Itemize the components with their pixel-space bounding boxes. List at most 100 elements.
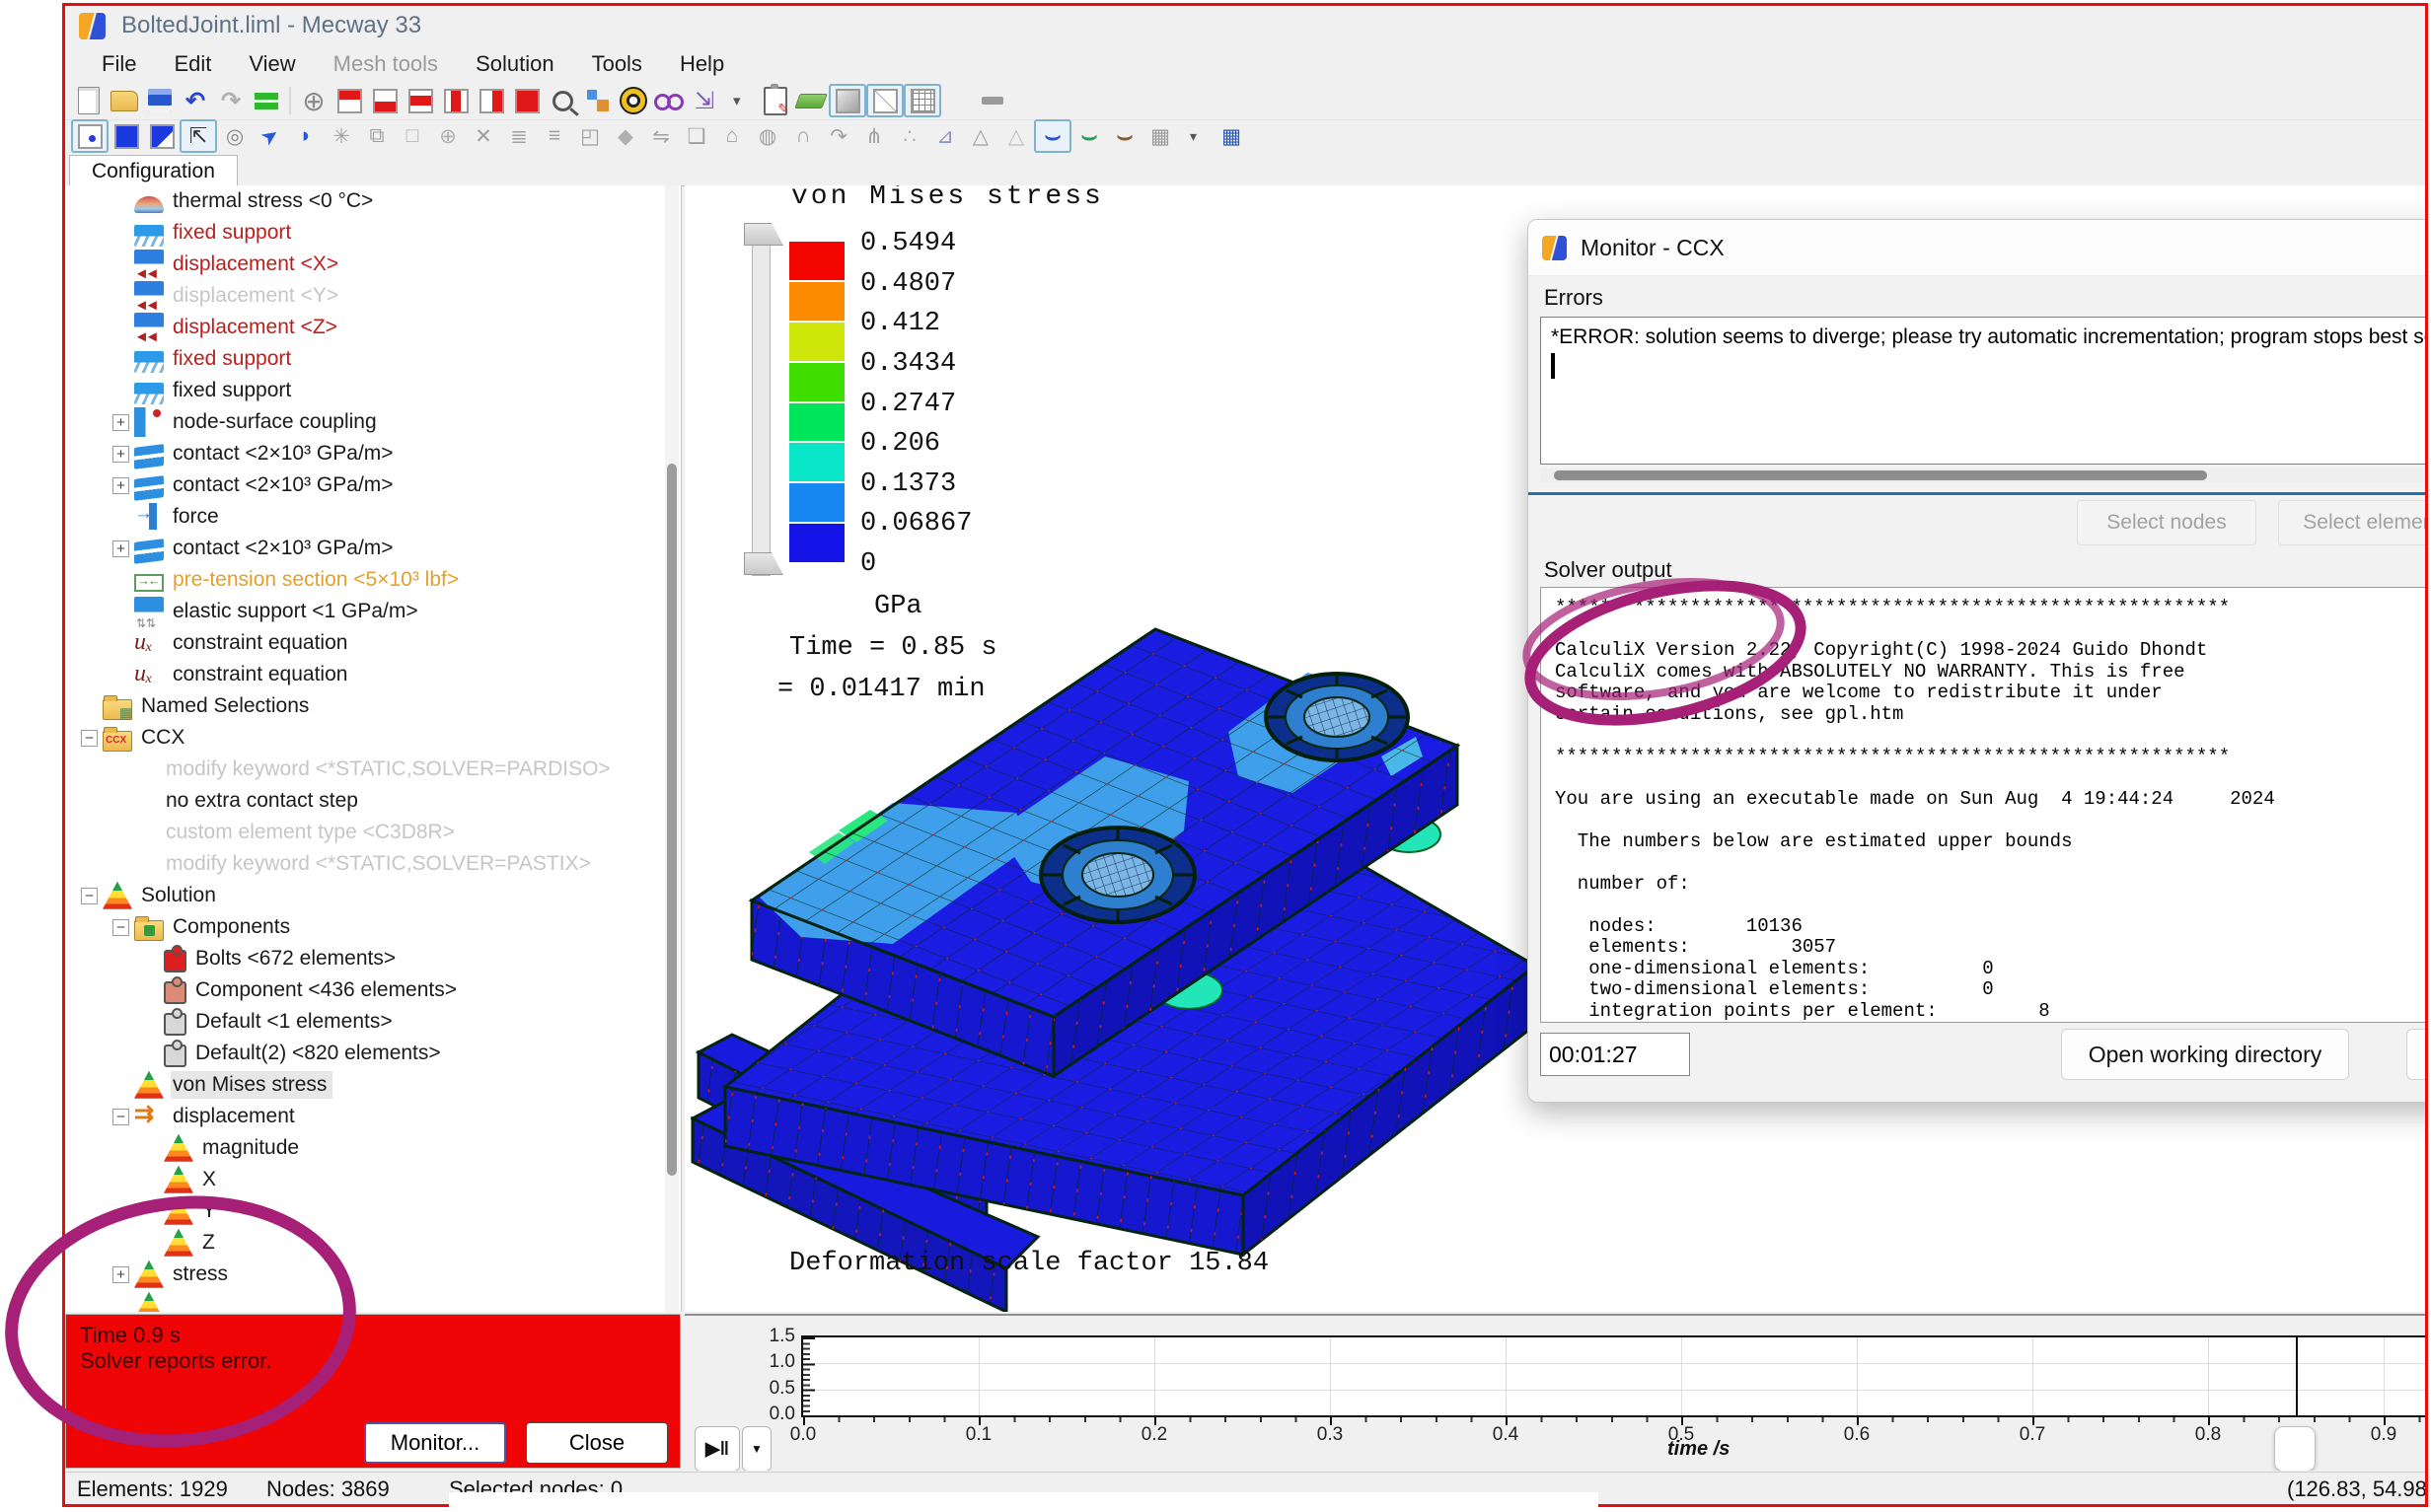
toolbar-button[interactable]: ◆ <box>608 119 643 153</box>
toolbar-button[interactable] <box>109 119 144 153</box>
toolbar-button[interactable]: ≡ <box>537 119 572 153</box>
toolbar-button[interactable]: ⊿ <box>927 119 963 153</box>
tree-item[interactable]: Default <1 elements> <box>65 1006 681 1038</box>
toolbar-button[interactable]: ≣ <box>501 119 537 153</box>
tree-item[interactable]: + contact <2×10³ GPa/m> <box>65 438 681 469</box>
toolbar-button[interactable]: ∩ <box>785 119 821 153</box>
tree-item[interactable]: Y <box>65 1195 681 1227</box>
legend-slider-track[interactable] <box>752 229 771 576</box>
toolbar-button[interactable] <box>107 84 142 117</box>
legend-slider-handle-top[interactable] <box>744 223 783 246</box>
tree-item[interactable]: − Solution <box>65 880 681 911</box>
open-working-directory-button[interactable]: Open working directory <box>2061 1029 2349 1080</box>
toolbar-button[interactable]: ⌣ <box>1107 119 1142 153</box>
tree-item[interactable]: − ⇉ displacement <box>65 1101 681 1132</box>
toolbar-button[interactable] <box>651 84 687 117</box>
toolbar-button[interactable]: □ <box>395 119 430 153</box>
menu-item[interactable]: File <box>83 47 155 81</box>
toolbar-button[interactable] <box>71 84 107 117</box>
tree-scrollbar[interactable] <box>665 185 679 1312</box>
tree-item[interactable]: uₓ constraint equation <box>65 627 681 659</box>
toolbar-button[interactable] <box>866 84 904 117</box>
menu-item[interactable]: View <box>230 47 314 81</box>
tree-item[interactable]: Named Selections <box>65 690 681 722</box>
toolbar-button[interactable]: ↷ <box>821 119 856 153</box>
tree-expander[interactable]: − <box>112 1109 129 1125</box>
toolbar-button[interactable] <box>142 84 178 117</box>
tree-item[interactable]: Component <436 elements> <box>65 974 681 1006</box>
toolbar-button[interactable]: ❑ <box>679 119 714 153</box>
toolbar-button[interactable] <box>793 84 829 117</box>
toolbar-button[interactable]: ◍ <box>750 119 785 153</box>
close-button[interactable]: Close <box>526 1422 668 1464</box>
tree-item[interactable]: fixed support <box>65 217 681 249</box>
toolbar-button[interactable]: ∴ <box>892 119 927 153</box>
errors-hscrollbar-thumb[interactable] <box>1554 470 2207 480</box>
toolbar-button[interactable]: ↶ <box>178 84 213 117</box>
solver-output-textbox[interactable]: ****************************************… <box>1540 587 2428 1023</box>
play-options-dropdown[interactable]: ▼ <box>742 1426 772 1471</box>
menu-item[interactable]: Help <box>661 47 743 81</box>
tree-item[interactable]: fixed support <box>65 343 681 375</box>
toolbar-button[interactable]: ⇲ <box>687 84 722 117</box>
time-cursor-line[interactable] <box>2296 1337 2298 1415</box>
toolbar-button[interactable] <box>474 84 509 117</box>
tree-item[interactable]: + node-surface coupling <box>65 406 681 438</box>
toolbar-button[interactable] <box>403 84 438 117</box>
tree-scrollbar-thumb[interactable] <box>667 464 677 1176</box>
toolbar-button[interactable]: ⌂ <box>714 119 750 153</box>
toolbar-button[interactable] <box>975 84 1010 117</box>
tree-item[interactable]: + stress <box>65 1259 681 1290</box>
tree-item[interactable]: − CCX <box>65 722 681 754</box>
toolbar-button[interactable]: ⋔ <box>856 119 892 153</box>
toolbar-button[interactable] <box>580 84 616 117</box>
tree-expander[interactable]: + <box>112 1266 129 1283</box>
menu-item[interactable]: Solution <box>457 47 573 81</box>
tree-item[interactable]: custom element type <C3D8R> <box>65 817 681 848</box>
errors-hscrollbar[interactable] <box>1540 468 2428 482</box>
toolbar-button[interactable] <box>144 119 180 153</box>
tree-item[interactable]: elastic support <1 GPa/m> <box>65 596 681 627</box>
errors-textbox[interactable]: *ERROR: solution seems to diverge; pleas… <box>1540 317 2428 465</box>
toolbar-button[interactable]: △ <box>998 119 1034 153</box>
tree-item[interactable]: + contact <2×10³ GPa/m> <box>65 469 681 501</box>
tree-item[interactable]: no extra contact step <box>65 785 681 817</box>
toolbar-button[interactable]: ⇋ <box>643 119 679 153</box>
splitter-line[interactable] <box>1528 492 2428 495</box>
toolbar-button[interactable]: ⌣ <box>1071 119 1107 153</box>
tree-expander[interactable]: + <box>112 446 129 463</box>
toolbar-button[interactable]: ↷ <box>213 84 249 117</box>
toolbar-button[interactable]: ◗ <box>288 119 324 153</box>
log-button[interactable]: Log <box>2406 1029 2428 1080</box>
toolbar-button[interactable]: ▦ <box>1142 119 1178 153</box>
toolbar-button[interactable] <box>438 84 474 117</box>
toolbar-button[interactable]: ⇱ <box>180 119 217 153</box>
tree-item[interactable]: pre-tension section <5×10³ lbf> <box>65 564 681 596</box>
toolbar-button[interactable] <box>758 84 793 117</box>
toolbar-button[interactable]: ⊕ <box>430 119 466 153</box>
toolbar-button[interactable] <box>289 87 291 114</box>
toolbar-button[interactable]: ▾ <box>1178 119 1214 153</box>
toolbar-button[interactable]: ⧉ <box>359 119 395 153</box>
tree-item[interactable]: Z <box>65 1227 681 1259</box>
tree-item[interactable]: displacement <Z> <box>65 312 681 343</box>
toolbar-button[interactable]: ◎ <box>217 119 253 153</box>
menu-item[interactable]: Mesh tools <box>315 47 457 81</box>
tree-expander[interactable]: + <box>112 414 129 431</box>
toolbar-button[interactable]: ➤ <box>253 119 288 153</box>
tree-item[interactable]: Default(2) <820 elements> <box>65 1038 681 1069</box>
toolbar-button[interactable] <box>509 84 545 117</box>
toolbar-button[interactable] <box>829 84 866 117</box>
tree-item[interactable] <box>65 1290 681 1312</box>
play-pause-button[interactable]: ▶‖ <box>695 1426 740 1471</box>
tree-item[interactable]: uₓ constraint equation <box>65 659 681 690</box>
tree-expander[interactable]: + <box>112 477 129 494</box>
timeline-plot[interactable]: 0.0 0.1 0.2 0.3 <box>801 1335 2425 1417</box>
tree-expander[interactable]: + <box>112 540 129 557</box>
tree-item[interactable]: fixed support <box>65 375 681 406</box>
tree-item[interactable]: von Mises stress <box>65 1069 681 1101</box>
time-cursor-handle[interactable] <box>2274 1426 2316 1471</box>
tree-item[interactable]: displacement <X> <box>65 249 681 280</box>
toolbar-button[interactable]: ⊕ <box>296 84 332 117</box>
toolbar-button[interactable] <box>249 84 284 117</box>
